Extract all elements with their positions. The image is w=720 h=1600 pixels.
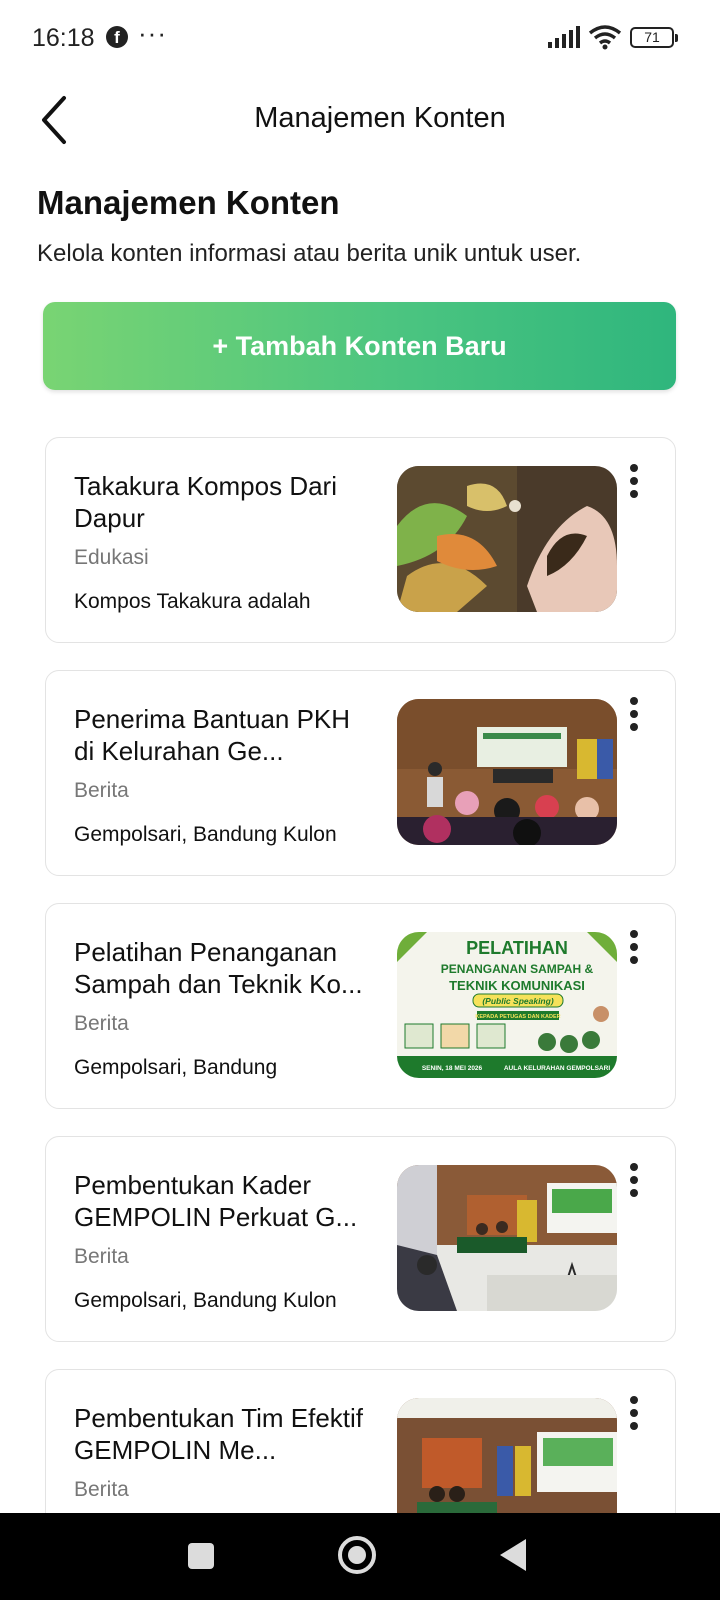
card-title: Pembentukan Tim Efektif GEMPOLIN Me... [74,1403,364,1465]
more-options-icon[interactable] [624,930,644,970]
card-category: Berita [74,1245,129,1268]
poster-line-5: KEPADA PETUGAS DAN KADER [475,1014,560,1020]
card-thumbnail [397,1165,617,1311]
system-back-icon[interactable] [500,1539,526,1571]
system-nav-bar [0,1513,720,1600]
card-title: Penerima Bantuan PKH di Kelurahan Ge... [74,704,351,766]
content-card[interactable]: Pelatihan Penanganan Sampah dan Teknik K… [45,903,676,1109]
content-card[interactable]: Penerima Bantuan PKH di Kelurahan Ge... … [45,670,676,876]
card-category: Berita [74,1012,129,1035]
card-location: Kompos Takakura adalah [74,590,311,613]
status-time: 16:18 [32,24,95,52]
training-poster-image: PELATIHAN PENANGANAN SAMPAH & TEKNIK KOM… [397,932,617,1078]
card-thumbnail: PELATIHAN PENANGANAN SAMPAH & TEKNIK KOM… [397,932,617,1078]
compost-image [397,466,617,612]
poster-line-4: (Public Speaking) [482,996,553,1006]
poster-date: SENIN, 18 MEI 2026 [422,1065,483,1072]
more-options-icon[interactable] [624,1396,644,1436]
app-bar-title: Manajemen Konten [254,102,506,134]
facebook-icon: f [106,26,128,48]
hall-image [397,1165,617,1311]
poster-venue: AULA KELURAHAN GEMPOLSARI [504,1065,610,1072]
poster-line-3: TEKNIK KOMUNIKASI [449,978,585,993]
content-card[interactable]: Pembentukan Kader GEMPOLIN Perkuat G... … [45,1136,676,1342]
card-thumbnail [397,699,617,845]
card-category: Berita [74,1478,129,1501]
card-thumbnail [397,466,617,612]
recent-apps-icon[interactable] [188,1543,214,1569]
wifi-icon [588,25,622,50]
card-title: Pelatihan Penanganan Sampah dan Teknik K… [74,937,363,999]
signal-icon [548,26,580,48]
content-card[interactable]: Takakura Kompos Dari Dapur Edukasi Kompo… [45,437,676,643]
poster-title: PELATIHAN [466,938,568,958]
card-title: Pembentukan Kader GEMPOLIN Perkuat G... [74,1170,358,1232]
app-bar: Manajemen Konten [0,80,720,160]
card-location: Gempolsari, Bandung Kulon [74,823,337,846]
add-content-button[interactable]: + Tambah Konten Baru [43,302,676,390]
more-notifications-icon: ··· [138,18,167,48]
more-options-icon[interactable] [624,464,644,504]
card-location: Gempolsari, Bandung [74,1056,278,1079]
page-description: Kelola konten informasi atau berita unik… [37,240,582,267]
content-list: Takakura Kompos Dari Dapur Edukasi Kompo… [45,437,676,1600]
card-category: Edukasi [74,546,149,569]
status-bar: 16:18 f ··· 71 [0,0,720,76]
battery-icon: 71 [630,27,678,48]
more-options-icon[interactable] [624,697,644,737]
card-title: Takakura Kompos Dari Dapur [74,471,337,533]
meeting-image [397,699,617,845]
more-options-icon[interactable] [624,1163,644,1203]
card-category: Berita [74,779,129,802]
poster-line-2: PENANGANAN SAMPAH & [441,962,594,976]
home-icon[interactable] [338,1536,376,1574]
card-location: Gempolsari, Bandung Kulon [74,1289,337,1312]
page-title: Manajemen Konten [37,184,340,221]
